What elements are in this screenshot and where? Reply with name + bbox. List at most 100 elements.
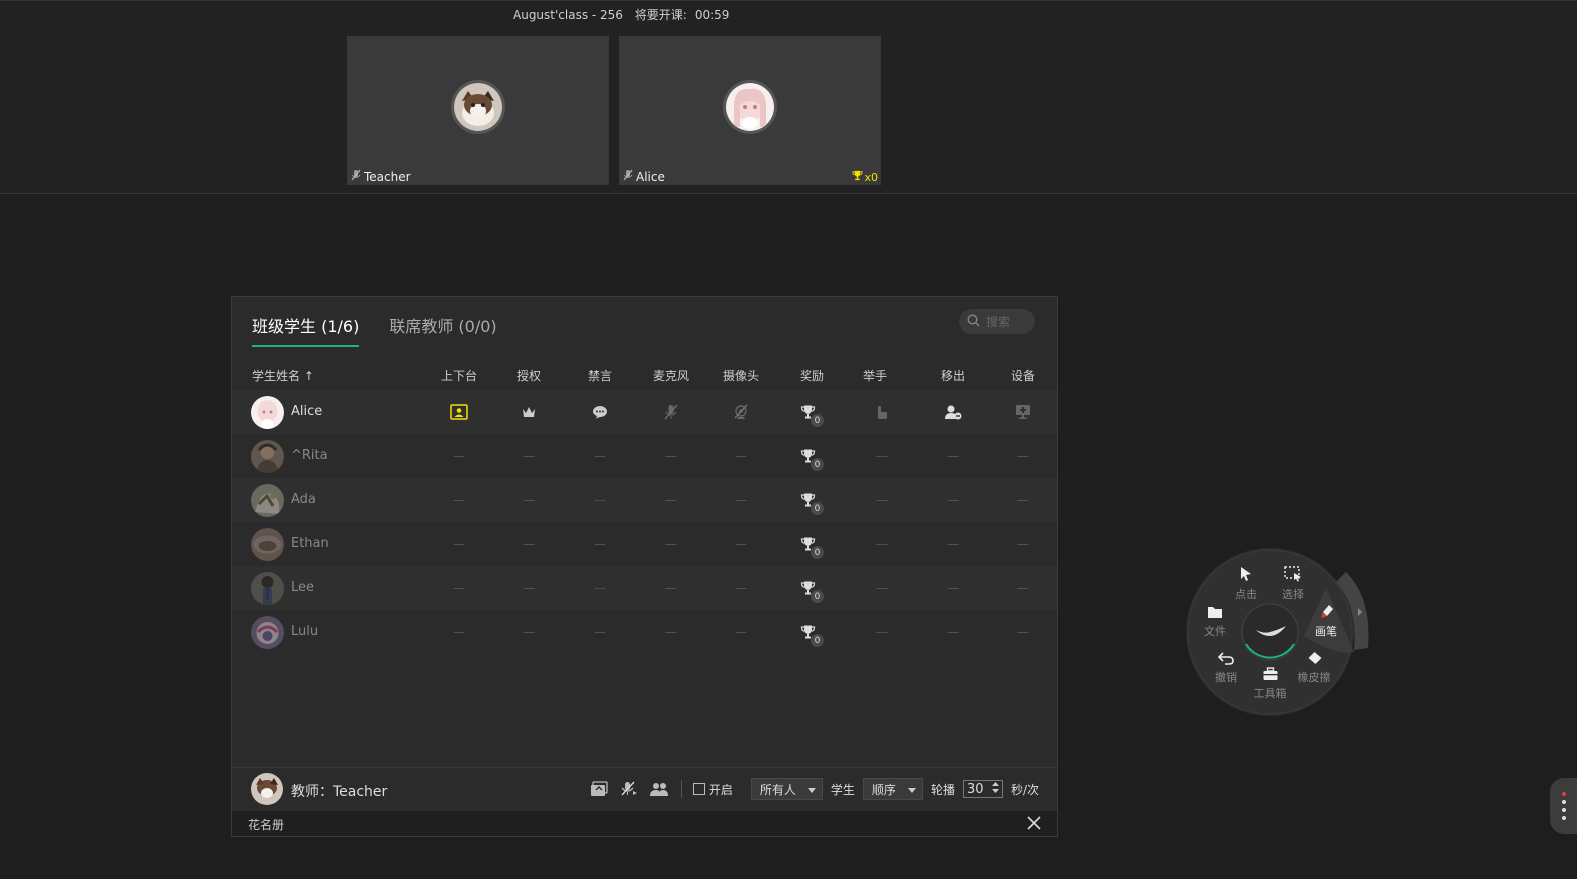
remove-user-icon[interactable]	[943, 402, 963, 422]
student-name: Lee	[291, 580, 315, 595]
camera-off-icon[interactable]	[731, 402, 751, 422]
table-row: Alice 0	[232, 390, 1057, 434]
tool-wheel: 点击 选择 文件 画笔 撤销 橡皮擦 工具箱	[1186, 548, 1372, 716]
mic-muted-icon	[351, 169, 361, 184]
reward-count: 0	[811, 634, 824, 647]
empty-cell: —	[594, 581, 606, 595]
reward-trophy-icon[interactable]: 0	[798, 402, 824, 427]
stepper-arrows-icon[interactable]	[991, 782, 999, 796]
student-avatar	[251, 484, 284, 517]
empty-cell: —	[947, 581, 959, 595]
enable-checkbox[interactable]: 开启	[692, 781, 733, 798]
tool-pen-label: 画笔	[1315, 625, 1337, 638]
enable-label: 开启	[708, 782, 733, 797]
teacher-avatar-small	[251, 773, 283, 805]
table-row: ^Rita — — — — — 0 — — —	[232, 434, 1057, 478]
col-student-name[interactable]: 学生姓名 ↑	[252, 367, 314, 384]
tool-eraser-label: 橡皮擦	[1297, 671, 1331, 684]
tool-click-label: 点击	[1235, 588, 1257, 601]
video-strip: August'class - 256 将要开课: 00:59 Teacher A…	[0, 0, 1577, 194]
tool-file-label: 文件	[1204, 625, 1226, 638]
video-tile-teacher[interactable]: Teacher	[347, 36, 609, 185]
mic-muted-icon[interactable]	[661, 402, 681, 422]
chat-bubble-icon[interactable]	[590, 402, 610, 422]
empty-cell: —	[1017, 581, 1029, 595]
close-icon[interactable]	[1025, 814, 1043, 832]
mute-all-icon[interactable]	[618, 778, 640, 800]
reward-count: 0	[811, 502, 824, 515]
reward-trophy-icon[interactable]: 0	[798, 446, 824, 471]
reward-trophy-icon[interactable]: 0	[798, 622, 824, 647]
tool-toolbox[interactable]: 工具箱	[1254, 666, 1287, 701]
tool-eraser[interactable]: 橡皮擦	[1298, 650, 1331, 685]
table-row: Ada — — — — — 0 — — —	[232, 478, 1057, 522]
footer-tools: 开启 所有人 学生 顺序 轮播 30 秒/次	[588, 778, 1039, 800]
student-avatar	[251, 572, 284, 605]
undo-icon	[1217, 650, 1234, 669]
reward-trophy-icon[interactable]: 0	[798, 578, 824, 603]
roster-footer: 教师：Teacher 开启 所有人 学生 顺序 轮播 30 秒/次	[232, 767, 1057, 812]
order-select[interactable]: 顺序	[862, 778, 923, 800]
empty-cell: —	[523, 625, 535, 639]
col-mic: 麦克风	[652, 369, 690, 383]
checkbox-box[interactable]	[692, 783, 705, 795]
teacher-label: 教师：Teacher	[291, 784, 388, 800]
tab-co-teachers[interactable]: 联席教师 (0/0)	[389, 313, 496, 347]
interval-stepper[interactable]: 30	[962, 780, 1003, 798]
empty-cell: —	[876, 581, 888, 595]
audience-select[interactable]: 所有人	[750, 778, 823, 800]
col-authorize: 授权	[516, 369, 542, 383]
stage-toggle-icon[interactable]	[449, 402, 469, 422]
empty-cell: —	[1017, 493, 1029, 507]
empty-cell: —	[947, 537, 959, 551]
audience-value: 所有人	[759, 782, 796, 797]
raise-hand-icon[interactable]	[872, 402, 892, 422]
order-value: 顺序	[871, 782, 896, 797]
table-row: Ethan — — — — — 0 — — —	[232, 522, 1057, 566]
class-name: August'class - 256	[513, 8, 623, 22]
device-info-icon[interactable]	[1013, 402, 1033, 422]
table-row: Lee — — — — — 0 — — —	[232, 566, 1057, 610]
alice-tile-label: Alice	[636, 169, 665, 184]
tool-pen[interactable]: 画笔	[1315, 603, 1337, 639]
reward-trophy-icon[interactable]: 0	[798, 534, 824, 559]
empty-cell: —	[523, 449, 535, 463]
group-users-icon[interactable]	[648, 778, 670, 800]
interval-value[interactable]: 30	[967, 782, 984, 797]
tool-undo[interactable]: 撤销	[1215, 650, 1237, 685]
roster-panel: 班级学生 (1/6) 联席教师 (0/0) 学生姓名 ↑ 上下台 授权 禁言 麦…	[231, 296, 1058, 837]
toolbox-icon	[1262, 666, 1278, 685]
search-box[interactable]	[959, 309, 1038, 334]
empty-cell: —	[876, 625, 888, 639]
empty-cell: —	[453, 581, 465, 595]
col-hand: 举手	[862, 369, 888, 383]
selection-icon	[1284, 566, 1302, 586]
authorize-crown-icon[interactable]	[519, 402, 539, 422]
empty-cell: —	[876, 449, 888, 463]
empty-cell: —	[594, 449, 606, 463]
empty-cell: —	[594, 537, 606, 551]
student-avatar	[251, 440, 284, 473]
empty-cell: —	[947, 493, 959, 507]
tool-select[interactable]: 选择	[1282, 566, 1304, 602]
countdown-label: 将要开课:	[634, 8, 687, 22]
pen-icon	[1317, 603, 1335, 623]
side-menu-handle[interactable]	[1550, 778, 1577, 834]
student-name: Ada	[291, 492, 316, 507]
rotate-label: 轮播	[930, 782, 955, 797]
tab-class-students[interactable]: 班级学生 (1/6)	[252, 313, 360, 347]
tool-file[interactable]: 文件	[1204, 604, 1226, 639]
reward-trophy-icon[interactable]: 0	[798, 490, 824, 515]
roster-title: 花名册	[248, 818, 285, 832]
dot	[1561, 808, 1566, 812]
student-name: Ethan	[291, 536, 329, 551]
empty-cell: —	[947, 449, 959, 463]
countdown-value: 00:59	[694, 8, 730, 22]
all-stage-icon[interactable]	[588, 778, 610, 800]
search-input[interactable]	[984, 313, 1038, 330]
video-tile-alice[interactable]: Alice x0	[619, 36, 881, 185]
student-name: Lulu	[291, 624, 319, 639]
col-stage: 上下台	[440, 369, 478, 383]
col-reward: 奖励	[799, 369, 825, 383]
tool-click[interactable]: 点击	[1235, 566, 1257, 602]
